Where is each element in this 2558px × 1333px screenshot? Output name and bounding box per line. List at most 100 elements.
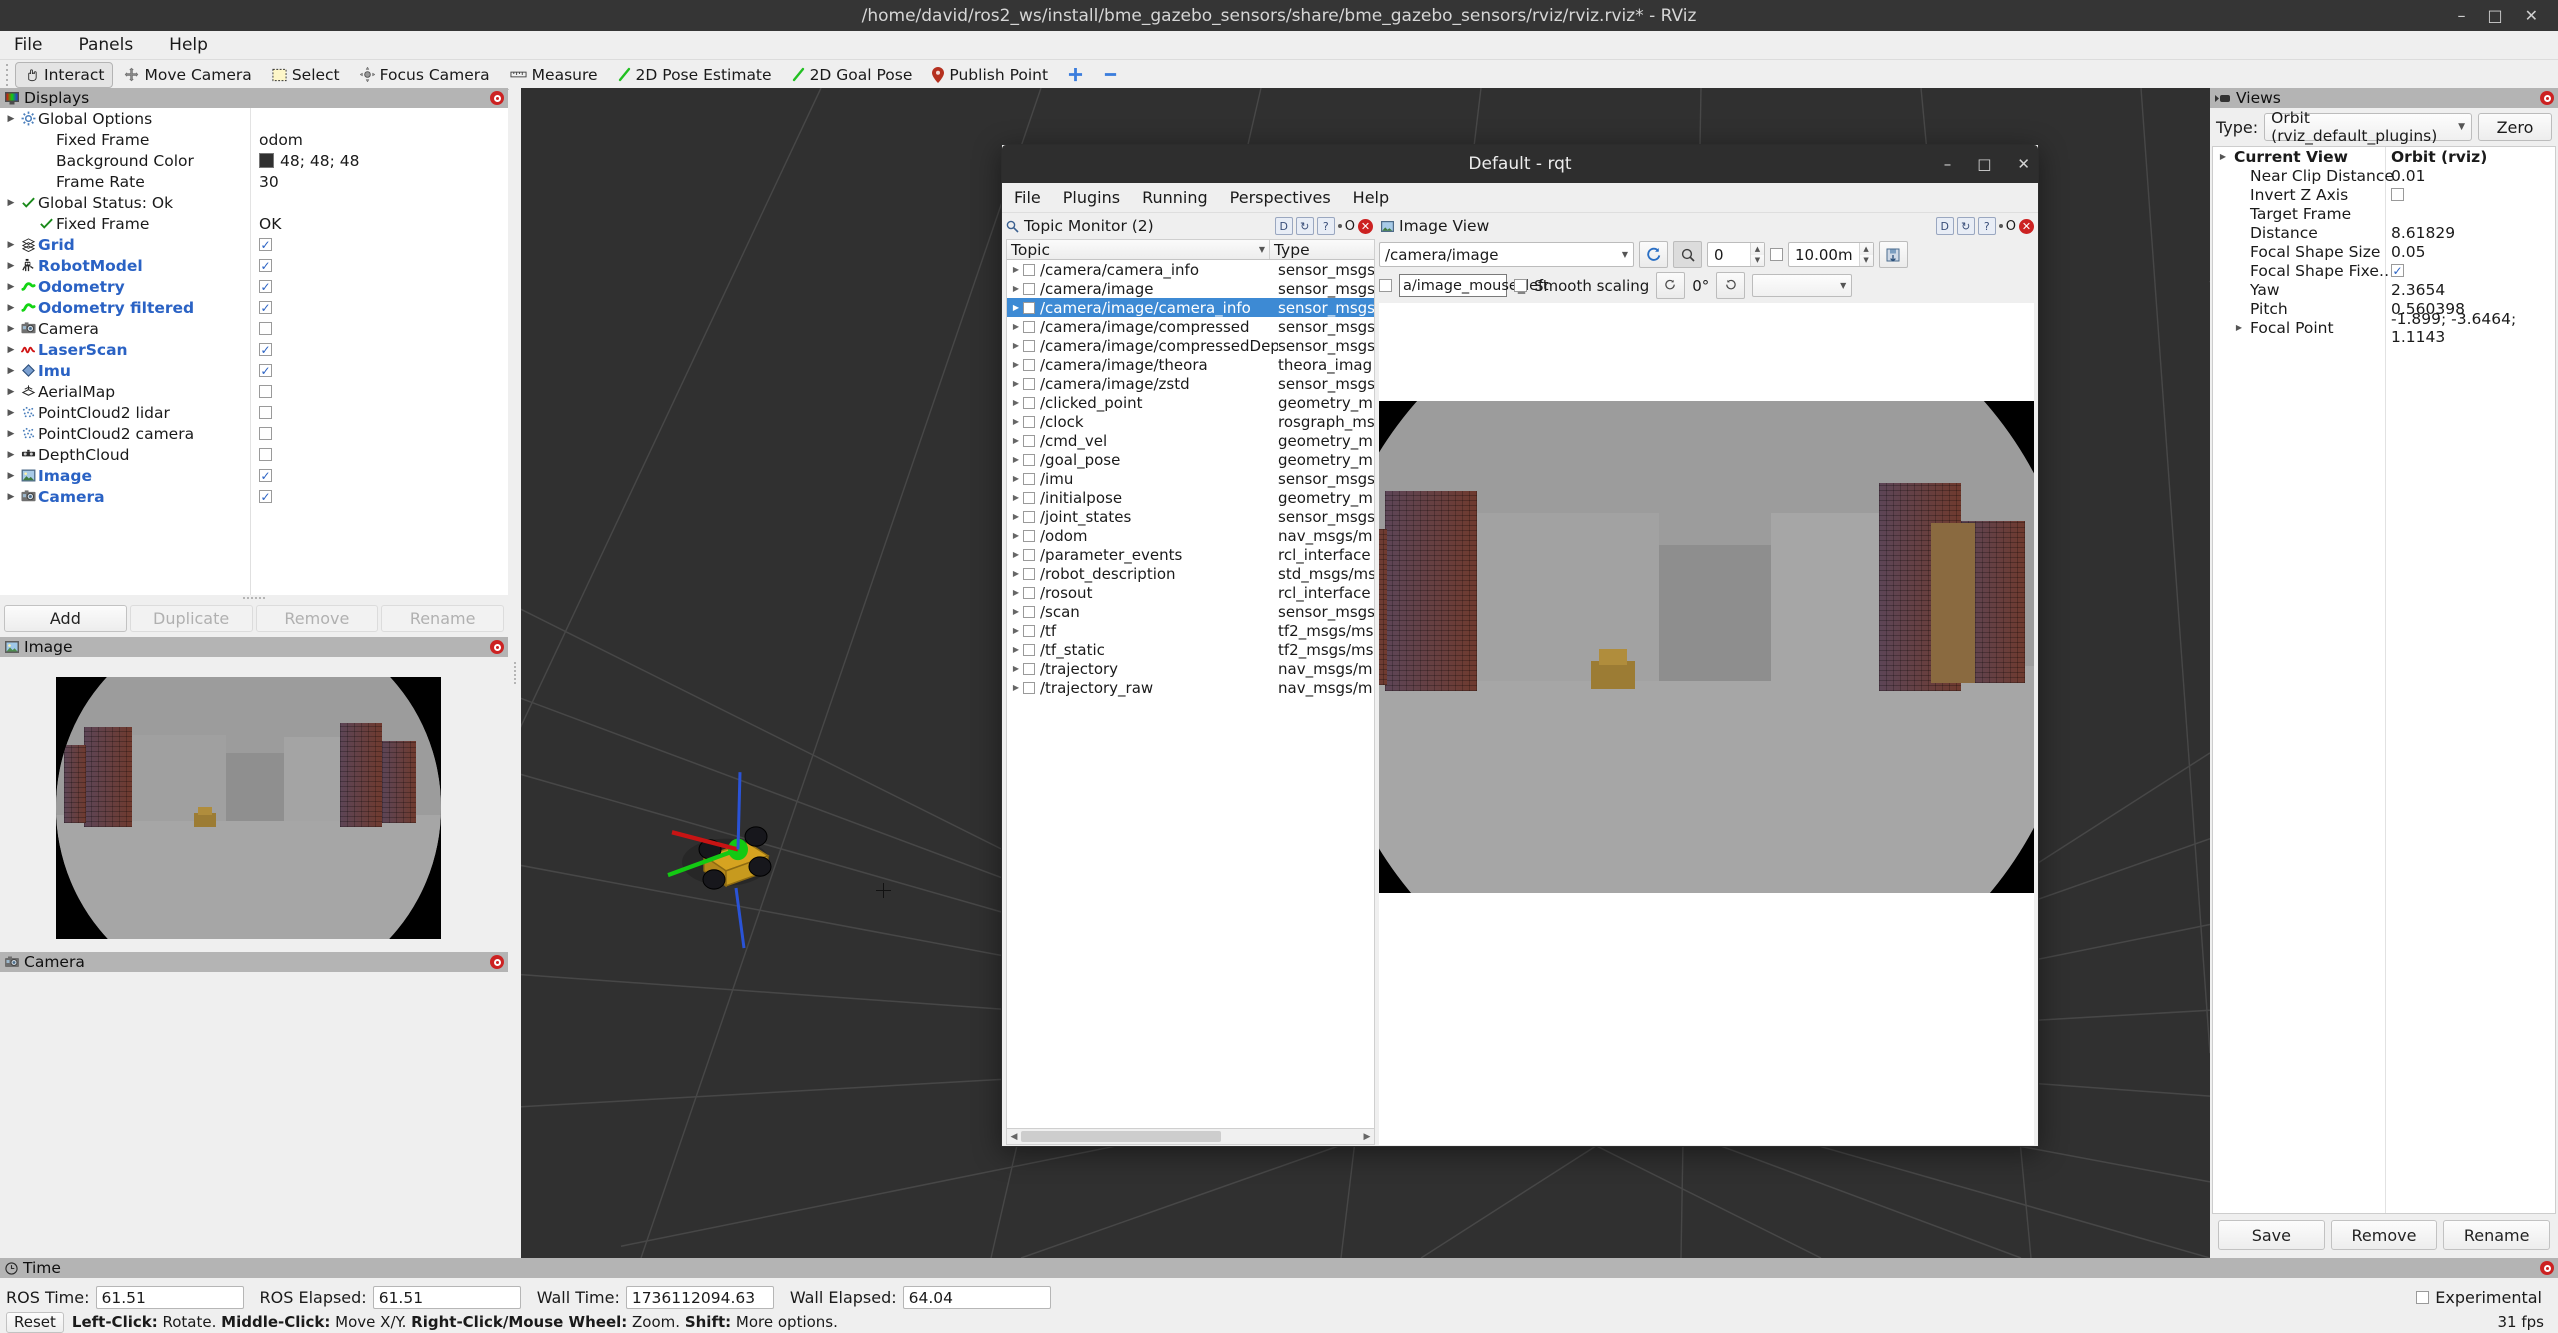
image-index-spinbox[interactable]: 0 ▲▼	[1707, 242, 1765, 267]
expand-arrow-icon[interactable]: ▶	[1009, 436, 1023, 445]
topic-monitor-close-icon[interactable]: ✕	[1358, 219, 1373, 234]
rqt-menu-file[interactable]: File	[1014, 188, 1041, 207]
display-row-fixed-frame[interactable]: Fixed FrameOK	[0, 213, 508, 234]
expand-arrow-icon[interactable]: ▶	[1009, 360, 1023, 369]
save-image-button[interactable]	[1879, 241, 1908, 268]
expand-arrow-icon[interactable]: ▶	[4, 450, 18, 460]
ros-time-input[interactable]: 61.51	[96, 1286, 244, 1309]
view-row-focal-shape-size[interactable]: Focal Shape Size0.05	[2213, 242, 2555, 261]
dynamic-range-checkbox[interactable]	[1770, 248, 1783, 261]
display-row-pointcloud2-lidar[interactable]: ▶PointCloud2 lidar	[0, 402, 508, 423]
duplicate-button[interactable]: Duplicate	[130, 605, 253, 632]
color-swatch[interactable]	[259, 153, 274, 168]
menu-panels[interactable]: Panels	[72, 33, 139, 57]
topic-checkbox[interactable]	[1023, 549, 1035, 561]
topic-row[interactable]: ▶/rosoutrcl_interface	[1007, 583, 1374, 602]
expand-arrow-icon[interactable]: ▶	[1009, 417, 1023, 426]
expand-arrow-icon[interactable]: ▶	[2232, 323, 2246, 332]
expand-arrow-icon[interactable]: ▶	[2216, 152, 2230, 161]
expand-arrow-icon[interactable]: ▶	[1009, 493, 1023, 502]
rqt-window[interactable]: Default - rqt – □ ✕ File Plugins Running…	[1001, 144, 2039, 1147]
view-row-checkbox[interactable]	[2391, 264, 2404, 277]
view-row-focal-point[interactable]: ▶Focal Point-1.899; -3.6464; 1.1143	[2213, 318, 2555, 337]
expand-arrow-icon[interactable]: ▶	[4, 282, 18, 292]
expand-arrow-icon[interactable]: ▶	[1009, 303, 1023, 312]
dock-collapse-icon[interactable]: O	[1345, 219, 1355, 234]
tool-select[interactable]: Select	[263, 62, 349, 88]
reset-button[interactable]: Reset	[6, 1312, 64, 1333]
wall-elapsed-input[interactable]: 64.04	[903, 1286, 1051, 1309]
topic-row[interactable]: ▶/camera/image/zstdsensor_msgs	[1007, 374, 1374, 393]
smooth-scaling-checkbox[interactable]	[1514, 279, 1527, 292]
expand-arrow-icon[interactable]: ▶	[1009, 341, 1023, 350]
tool-remove[interactable]	[1094, 63, 1127, 86]
visibility-checkbox[interactable]	[259, 259, 272, 272]
refresh-topics-button[interactable]	[1639, 241, 1668, 268]
visibility-checkbox[interactable]	[259, 427, 272, 440]
topic-checkbox[interactable]	[1023, 378, 1035, 390]
display-row-global-status-ok[interactable]: ▶Global Status: Ok	[0, 192, 508, 213]
menu-help[interactable]: Help	[163, 33, 214, 57]
topic-checkbox[interactable]	[1023, 302, 1035, 314]
left-dock-splitter[interactable]	[509, 88, 521, 1258]
topic-row[interactable]: ▶/clockrosgraph_ms	[1007, 412, 1374, 431]
topic-row[interactable]: ▶/robot_descriptionstd_msgs/ms	[1007, 564, 1374, 583]
view-row-near-clip-distance[interactable]: Near Clip Distance0.01	[2213, 166, 2555, 185]
tool-measure[interactable]: Measure	[501, 62, 607, 88]
display-row-grid[interactable]: ▶Grid	[0, 234, 508, 255]
display-row-depthcloud[interactable]: ▶DepthCloud	[0, 444, 508, 465]
display-row-camera[interactable]: ▶Camera	[0, 318, 508, 339]
topic-row[interactable]: ▶/camera/image/compressedsensor_msgs	[1007, 317, 1374, 336]
topic-checkbox[interactable]	[1023, 283, 1035, 295]
expand-arrow-icon[interactable]: ▶	[1009, 398, 1023, 407]
zoom-fit-button[interactable]	[1673, 241, 1702, 268]
view-row-invert-z-axis[interactable]: Invert Z Axis	[2213, 185, 2555, 204]
views-save-button[interactable]: Save	[2218, 1220, 2325, 1250]
expand-arrow-icon[interactable]: ▶	[4, 114, 18, 124]
topic-row[interactable]: ▶/camera/camera_infosensor_msgs	[1007, 260, 1374, 279]
expand-arrow-icon[interactable]: ▶	[1009, 550, 1023, 559]
view-type-combo[interactable]: Orbit (rviz_default_plugins) ▼	[2264, 113, 2472, 141]
visibility-checkbox[interactable]	[259, 490, 272, 503]
toolbar-grip[interactable]	[4, 64, 11, 86]
topic-checkbox[interactable]	[1023, 587, 1035, 599]
image-topic-combo[interactable]: /camera/image ▼	[1379, 242, 1634, 267]
rename-button[interactable]: Rename	[381, 605, 504, 632]
topic-row[interactable]: ▶/tftf2_msgs/ms	[1007, 621, 1374, 640]
scroll-right-icon[interactable]: ▶	[1360, 1132, 1374, 1142]
expand-arrow-icon[interactable]: ▶	[1009, 455, 1023, 464]
expand-arrow-icon[interactable]: ▶	[4, 429, 18, 439]
expand-arrow-icon[interactable]: ▶	[1009, 531, 1023, 540]
dock-detach-icon[interactable]: D	[1275, 217, 1293, 235]
topic-checkbox[interactable]	[1023, 568, 1035, 580]
camera-panel-body[interactable]	[0, 972, 508, 1258]
topic-checkbox[interactable]	[1023, 397, 1035, 409]
view-row-focal-shape-fixe-[interactable]: Focal Shape Fixe…	[2213, 261, 2555, 280]
expand-arrow-icon[interactable]: ▶	[4, 303, 18, 313]
experimental-checkbox[interactable]	[2416, 1291, 2429, 1304]
views-tree[interactable]: ▶Current ViewOrbit (rviz)Near Clip Dista…	[2212, 146, 2556, 1214]
expand-arrow-icon[interactable]: ▶	[4, 198, 18, 208]
image-index-arrows[interactable]: ▲▼	[1750, 243, 1764, 266]
visibility-checkbox[interactable]	[259, 385, 272, 398]
expand-arrow-icon[interactable]: ▶	[1009, 645, 1023, 654]
dock-reload-icon[interactable]: ↻	[1296, 217, 1314, 235]
expand-arrow-icon[interactable]: ▶	[1009, 284, 1023, 293]
rqt-menu-perspectives[interactable]: Perspectives	[1230, 188, 1331, 207]
topic-row[interactable]: ▶/scansensor_msgs	[1007, 602, 1374, 621]
topic-row[interactable]: ▶/imusensor_msgs	[1007, 469, 1374, 488]
experimental-toggle[interactable]: Experimental	[2416, 1288, 2552, 1307]
topic-checkbox[interactable]	[1023, 359, 1035, 371]
expand-arrow-icon[interactable]: ▶	[1009, 588, 1023, 597]
zero-button[interactable]: Zero	[2478, 113, 2552, 141]
topic-checkbox[interactable]	[1023, 682, 1035, 694]
display-row-robotmodel[interactable]: ▶RobotModel	[0, 255, 508, 276]
visibility-checkbox[interactable]	[259, 301, 272, 314]
rqt-menu-plugins[interactable]: Plugins	[1063, 188, 1120, 207]
tool-interact[interactable]: Interact	[15, 62, 113, 88]
expand-arrow-icon[interactable]: ▶	[1009, 626, 1023, 635]
display-row-odometry[interactable]: ▶Odometry	[0, 276, 508, 297]
add-button[interactable]: Add	[4, 605, 127, 632]
visibility-checkbox[interactable]	[259, 343, 272, 356]
expand-arrow-icon[interactable]: ▶	[1009, 379, 1023, 388]
